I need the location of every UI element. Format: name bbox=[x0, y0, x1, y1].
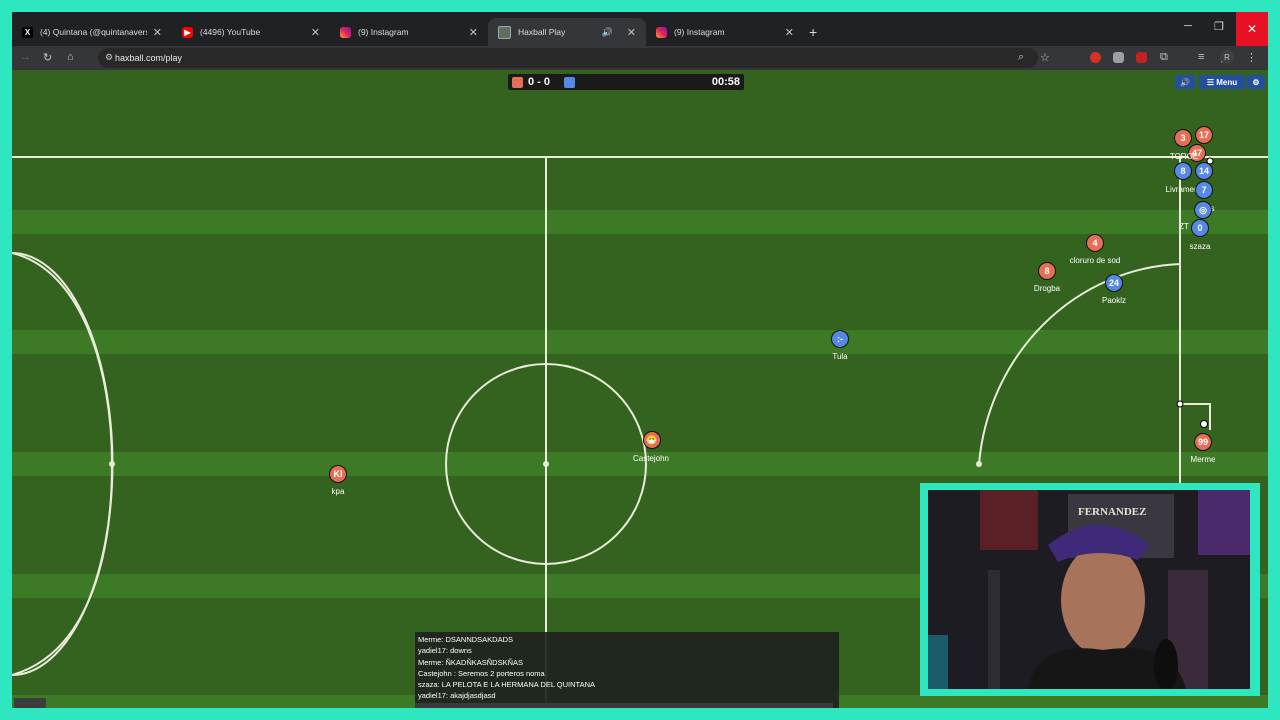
tab-x[interactable]: X (4) Quintana (@quintanaverso) / X ✕ bbox=[12, 18, 172, 46]
ball bbox=[1200, 420, 1208, 428]
address-bar[interactable]: ⚙ haxball.com/play ⌕ ☆ bbox=[98, 48, 1050, 68]
extension-icon[interactable] bbox=[1090, 52, 1101, 63]
player-token: 14 bbox=[1195, 162, 1213, 180]
close-tab-icon[interactable]: ✕ bbox=[311, 26, 320, 39]
tab-title: (9) Instagram bbox=[674, 27, 725, 37]
more-menu-icon[interactable]: ⋮ bbox=[1246, 51, 1257, 64]
player-name: Paoklz bbox=[1101, 296, 1127, 305]
speaker-icon: 🔊 bbox=[1180, 77, 1190, 87]
gear-icon: ⚙ bbox=[1252, 77, 1260, 87]
site-settings-icon[interactable]: ⚙ bbox=[105, 52, 113, 63]
player-token: 8 bbox=[1174, 162, 1192, 180]
restore-icon[interactable]: ❐ bbox=[1214, 20, 1224, 33]
chat-message: yadiel17: akajdjasdjasd bbox=[418, 691, 496, 701]
chat-message: Merme: ÑKADÑKASÑDSKÑAS bbox=[418, 657, 524, 667]
sound-toggle-button[interactable]: 🔊 bbox=[1175, 75, 1195, 89]
player-name: cloruro de sod bbox=[1069, 256, 1121, 265]
chat-message: yadiel17: downs bbox=[418, 646, 472, 656]
settings-gear-button[interactable]: ⚙ bbox=[1247, 75, 1265, 89]
player-token: 4 bbox=[1086, 234, 1104, 252]
score: 0 - 0 bbox=[528, 76, 551, 88]
right-spot bbox=[976, 461, 982, 467]
player-name: Castejohn bbox=[632, 454, 670, 463]
left-spot bbox=[109, 461, 115, 467]
forward-icon[interactable]: → bbox=[20, 51, 31, 63]
player-token: 17 bbox=[1195, 126, 1213, 144]
webcam-image bbox=[928, 490, 1250, 689]
player-token: 8 bbox=[1038, 262, 1056, 280]
url-text: haxball.com/play bbox=[115, 53, 183, 63]
right-arc-top bbox=[978, 263, 1181, 465]
player-name: Merme bbox=[1190, 455, 1216, 464]
speaker-icon[interactable]: 🔊 bbox=[602, 27, 613, 38]
bookmark-star-icon[interactable]: ☆ bbox=[1040, 51, 1050, 64]
chat-message: szaza: LA PELOTA E LA HERMANA DEL QUINTA… bbox=[418, 680, 596, 690]
close-tab-icon[interactable]: ✕ bbox=[627, 26, 636, 39]
menu-button[interactable]: ☰ Menu bbox=[1199, 75, 1245, 89]
player-token: ◎ bbox=[1194, 201, 1212, 219]
player-token: 0 bbox=[1191, 219, 1209, 237]
scoreboard: 0 - 0 00:58 bbox=[508, 74, 744, 90]
tab-title: (4) Quintana (@quintanaverso) / X bbox=[40, 27, 147, 37]
chat-panel: Merme: DSANNDSAKDADS yadiel17: downs Mer… bbox=[415, 632, 839, 708]
tab-youtube[interactable]: ▶ (4496) YouTube ✕ bbox=[172, 18, 330, 46]
player-name: ZT bbox=[1179, 222, 1189, 231]
tab-haxball[interactable]: Haxball Play 🔊 ✕ bbox=[488, 18, 646, 46]
player-name: Livramen bbox=[1165, 185, 1199, 194]
reload-icon[interactable]: ↻ bbox=[43, 51, 52, 64]
profile-avatar[interactable]: R bbox=[1220, 50, 1234, 64]
tab-title: Haxball Play bbox=[518, 27, 566, 37]
tab-strip: X (4) Quintana (@quintanaverso) / X ✕ ▶ … bbox=[12, 12, 1268, 46]
tab-title: (9) Instagram bbox=[358, 27, 409, 37]
close-tab-icon[interactable]: ✕ bbox=[153, 26, 162, 39]
extensions-puzzle-icon[interactable]: ⧉ bbox=[1160, 51, 1168, 64]
chat-message: Castejohn : Seremos 2 porteros noma bbox=[418, 668, 545, 678]
zoom-icon[interactable]: ⌕ bbox=[1018, 51, 1024, 64]
player-token: 99 bbox=[1194, 433, 1212, 451]
x-logo-icon: X bbox=[22, 26, 33, 38]
player-name: kpa bbox=[331, 487, 345, 496]
browser-toolbar: → ↻ ⌂ ⚙ haxball.com/play ⌕ ☆ ⧉ ≡ ▯ R ⋮ bbox=[12, 46, 1268, 70]
tab-instagram[interactable]: (9) Instagram ✕ bbox=[330, 18, 488, 46]
close-tab-icon[interactable]: ✕ bbox=[785, 26, 794, 39]
media-control-icon[interactable]: ≡ bbox=[1198, 51, 1204, 63]
player-name: TOROE bbox=[1169, 152, 1199, 161]
center-spot bbox=[543, 461, 549, 467]
close-window-button[interactable]: ✕ bbox=[1236, 12, 1268, 46]
poster-text: FERNANDEZ bbox=[1078, 506, 1147, 518]
chat-message: Merme: DSANNDSAKDADS bbox=[418, 635, 514, 644]
close-tab-icon[interactable]: ✕ bbox=[469, 26, 478, 39]
blue-team-icon bbox=[564, 77, 575, 88]
tab-title: (4496) YouTube bbox=[200, 27, 261, 37]
extension-icon[interactable] bbox=[1136, 52, 1147, 63]
extension-icon[interactable] bbox=[1113, 52, 1124, 63]
chat-input[interactable] bbox=[415, 703, 833, 708]
player-name: Drogba bbox=[1033, 284, 1061, 293]
tab-instagram-2[interactable]: (9) Instagram ✕ bbox=[646, 18, 804, 46]
player-name: szaza bbox=[1189, 242, 1211, 251]
haxball-icon bbox=[498, 25, 511, 39]
webcam-feed: FERNANDEZ bbox=[928, 490, 1250, 689]
player-token: 7 bbox=[1195, 181, 1213, 199]
minimize-icon[interactable]: ─ bbox=[1184, 20, 1192, 32]
player-token: :- bbox=[831, 330, 849, 348]
red-team-icon bbox=[512, 77, 523, 88]
game-clock: 00:58 bbox=[711, 76, 740, 88]
player-token: KI bbox=[329, 465, 347, 483]
goal-post bbox=[1176, 400, 1184, 408]
small-input[interactable] bbox=[14, 698, 46, 708]
player-token: 😷 bbox=[643, 431, 661, 449]
player-token: 3 bbox=[1174, 129, 1192, 147]
player-token: 24 bbox=[1105, 274, 1123, 292]
instagram-icon bbox=[656, 26, 667, 38]
player-name: Tula bbox=[832, 352, 848, 361]
home-icon[interactable]: ⌂ bbox=[67, 51, 74, 63]
webcam-overlay: FERNANDEZ bbox=[920, 483, 1260, 696]
youtube-icon: ▶ bbox=[182, 26, 193, 38]
instagram-icon bbox=[340, 26, 351, 38]
new-tab-button[interactable]: + bbox=[809, 24, 817, 40]
